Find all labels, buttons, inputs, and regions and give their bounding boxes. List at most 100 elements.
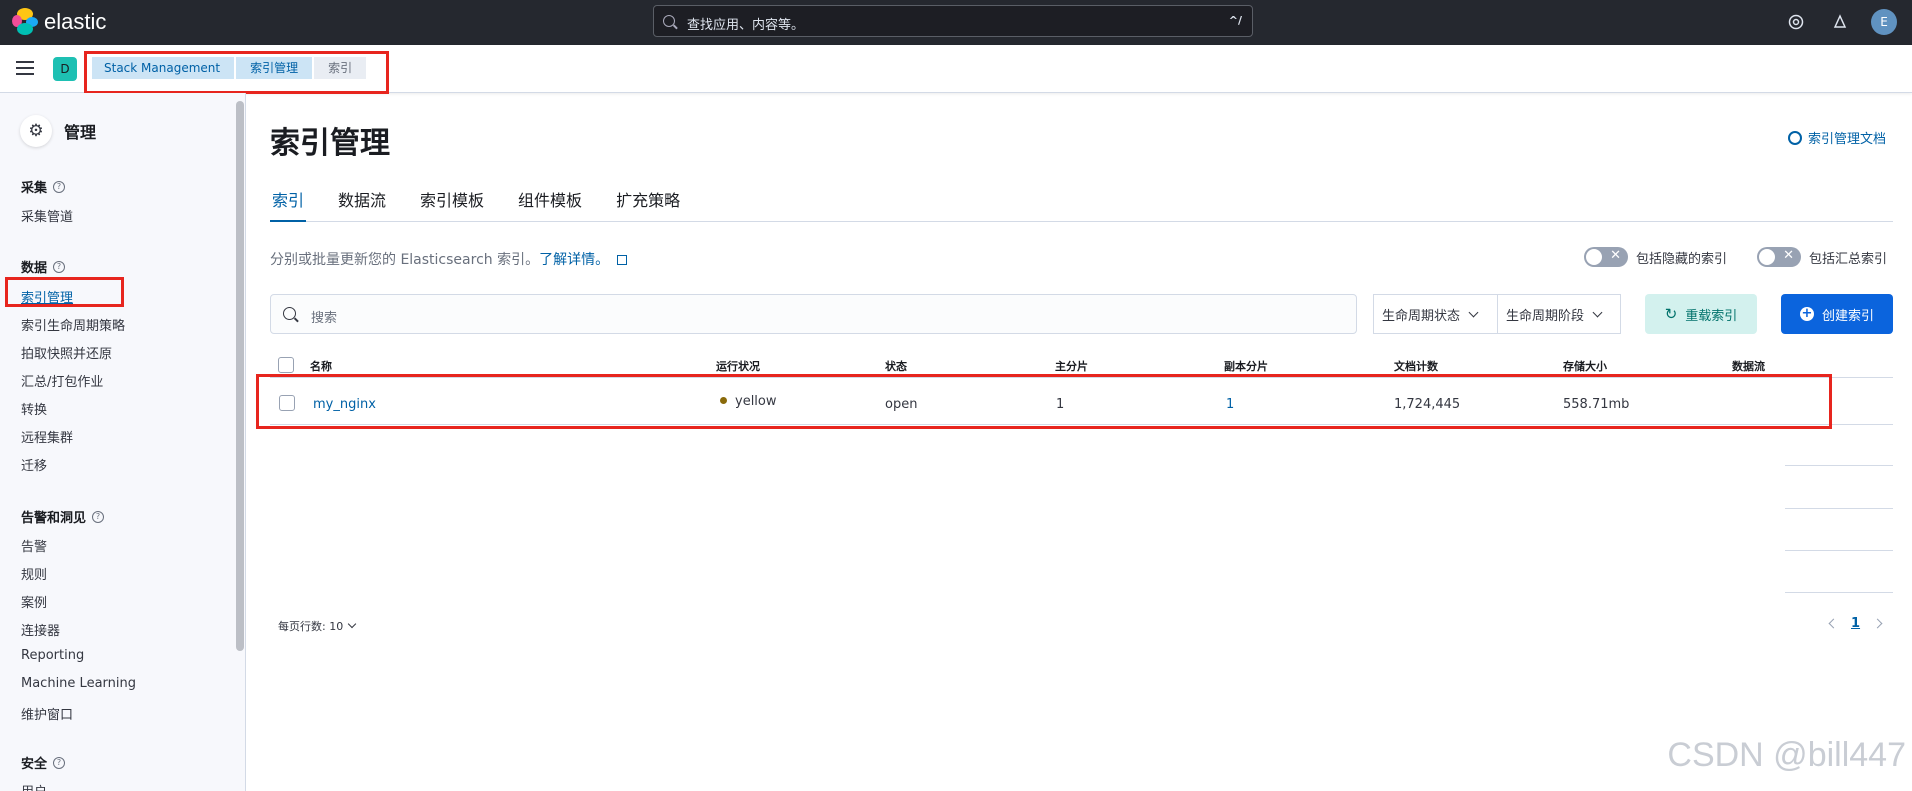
top-header: elastic 查找应用、内容等。 ^/ E — [0, 0, 1912, 45]
sidebar-title: 管理 — [64, 123, 97, 142]
divider — [1785, 508, 1893, 509]
filter-label: 生命周期阶段 — [1506, 308, 1585, 324]
question-icon[interactable]: ? — [53, 260, 66, 273]
sidebar-item-transforms[interactable]: 转换 — [21, 399, 47, 418]
chevron-down-icon — [1592, 307, 1603, 317]
global-search-placeholder: 查找应用、内容等。 — [687, 18, 805, 33]
tab-data-streams[interactable]: 数据流 — [336, 189, 388, 222]
help-icon[interactable] — [1783, 9, 1809, 35]
pagination: 1 — [1828, 616, 1883, 631]
watermark: CSDN @bill447 — [1667, 736, 1906, 774]
sidebar-item-rules[interactable]: 规则 — [21, 564, 47, 583]
rows-per-page-select[interactable]: 每页行数: 10 — [278, 618, 357, 634]
column-name[interactable]: 名称 — [310, 358, 332, 374]
brand-name: elastic — [44, 9, 107, 34]
column-primaries[interactable]: 主分片 — [1055, 358, 1088, 374]
news-icon[interactable] — [1827, 9, 1853, 35]
reload-label: 重载索引 — [1685, 308, 1738, 324]
filter-label: 生命周期状态 — [1382, 308, 1461, 324]
space-avatar[interactable]: D — [53, 57, 77, 81]
tabs: 索引 数据流 索引模板 组件模板 扩充策略 — [270, 189, 1893, 222]
tab-index-templates[interactable]: 索引模板 — [418, 189, 486, 222]
reload-indices-button[interactable]: ↻ 重载索引 — [1645, 294, 1757, 334]
sidebar-group-alerts-insights: 告警和洞见 ? — [21, 507, 105, 526]
sidebar-item-remote-clusters[interactable]: 远程集群 — [21, 427, 73, 446]
divider — [1785, 592, 1893, 593]
chevron-right-icon[interactable] — [1872, 618, 1883, 629]
gear-icon: ⚙ — [20, 115, 52, 147]
chevron-left-icon[interactable] — [1828, 618, 1839, 629]
page-button-1[interactable]: 1 — [1851, 616, 1860, 631]
sidebar-item-cases[interactable]: 案例 — [21, 592, 47, 611]
sidebar-item-connectors[interactable]: 连接器 — [21, 620, 60, 639]
toggle-rollup-label: 包括汇总索引 — [1809, 251, 1888, 267]
page-description: 分别或批量更新您的 Elasticsearch 索引。了解详情。 — [270, 249, 628, 269]
divider — [1785, 550, 1893, 551]
toggle-rollup-indices[interactable]: ✕ 包括汇总索引 — [1757, 247, 1887, 267]
toggle-switch[interactable]: ✕ — [1757, 247, 1801, 267]
sidebar-item-ilm-policies[interactable]: 索引生命周期策略 — [21, 315, 125, 334]
docs-link-label: 索引管理文档 — [1807, 132, 1886, 147]
tab-component-templates[interactable]: 组件模板 — [516, 189, 584, 222]
lifecycle-status-filter[interactable]: 生命周期状态 — [1373, 294, 1498, 334]
toggle-switch[interactable]: ✕ — [1584, 247, 1628, 267]
toggle-hidden-indices[interactable]: ✕ 包括隐藏的索引 — [1584, 247, 1727, 267]
chevron-down-icon — [347, 619, 357, 629]
rows-per-page-label: 每页行数: 10 — [278, 620, 344, 633]
learn-more-link[interactable]: 了解详情。 — [539, 252, 609, 268]
column-replicas[interactable]: 副本分片 — [1224, 358, 1268, 374]
tab-enrich-policies[interactable]: 扩充策略 — [614, 189, 682, 222]
global-search-input[interactable]: 查找应用、内容等。 ^/ — [653, 5, 1253, 37]
column-docs-count[interactable]: 文档计数 — [1394, 358, 1438, 374]
search-shortcut-hint: ^/ — [1228, 14, 1242, 27]
close-icon: ✕ — [1783, 248, 1794, 263]
sidebar-group-label: 安全 — [21, 757, 48, 772]
sidebar-group-label: 告警和洞见 — [21, 511, 87, 526]
sidebar-item-machine-learning[interactable]: Machine Learning — [21, 676, 136, 691]
sidebar: ⚙ 管理 采集 ? 采集管道 数据 ? 索引管理 索引生命周期策略 拍取快照并还… — [0, 93, 246, 791]
create-label: 创建索引 — [1821, 308, 1874, 324]
divider — [1785, 465, 1893, 466]
menu-icon[interactable] — [16, 61, 34, 75]
highlight-box-breadcrumb — [84, 51, 389, 94]
docs-link[interactable]: 索引管理文档 — [1787, 128, 1886, 147]
sidebar-group-label: 数据 — [21, 261, 48, 276]
sidebar-item-users[interactable]: 用户 — [21, 781, 47, 791]
user-avatar[interactable]: E — [1871, 9, 1897, 35]
sidebar-item-reporting[interactable]: Reporting — [21, 648, 84, 663]
question-icon[interactable]: ? — [53, 180, 66, 193]
page-title: 索引管理 — [270, 126, 390, 161]
search-placeholder: 搜索 — [311, 311, 338, 326]
tab-indices[interactable]: 索引 — [270, 189, 307, 222]
highlight-box-table-row — [256, 374, 1832, 429]
sidebar-group-security: 安全 ? — [21, 753, 66, 772]
elastic-logo[interactable]: elastic — [12, 8, 106, 36]
sidebar-item-migrate[interactable]: 迁移 — [21, 455, 47, 474]
sidebar-item-ingest-pipelines[interactable]: 采集管道 — [21, 206, 73, 225]
sidebar-item-maintenance-windows[interactable]: 维护窗口 — [21, 704, 73, 723]
question-icon[interactable]: ? — [92, 510, 105, 523]
sidebar-item-snapshot-restore[interactable]: 拍取快照并还原 — [21, 343, 112, 362]
search-icon — [663, 15, 675, 27]
index-search-input[interactable]: 搜索 — [270, 294, 1357, 334]
chevron-down-icon — [1468, 307, 1479, 317]
question-icon[interactable]: ? — [53, 756, 66, 769]
lifebuoy-icon — [1787, 130, 1802, 145]
sidebar-group-data: 数据 ? — [21, 257, 66, 276]
create-index-button[interactable]: + 创建索引 — [1781, 294, 1893, 334]
search-icon — [283, 307, 296, 320]
plus-icon: + — [1799, 306, 1814, 321]
sidebar-group-label: 采集 — [21, 181, 48, 196]
lifecycle-phase-filter[interactable]: 生命周期阶段 — [1497, 294, 1621, 334]
column-storage-size[interactable]: 存储大小 — [1563, 358, 1607, 374]
toggle-hidden-label: 包括隐藏的索引 — [1636, 251, 1728, 267]
sidebar-item-alerts[interactable]: 告警 — [21, 536, 47, 555]
select-all-checkbox[interactable] — [278, 357, 294, 373]
column-health[interactable]: 运行状况 — [716, 358, 760, 374]
column-data-stream[interactable]: 数据流 — [1732, 358, 1765, 374]
external-link-icon — [617, 255, 628, 265]
highlight-box-sidebar-item — [5, 277, 124, 307]
column-status[interactable]: 状态 — [885, 358, 907, 374]
sidebar-scrollbar[interactable] — [236, 101, 244, 651]
sidebar-item-rollup-jobs[interactable]: 汇总/打包作业 — [21, 371, 103, 390]
